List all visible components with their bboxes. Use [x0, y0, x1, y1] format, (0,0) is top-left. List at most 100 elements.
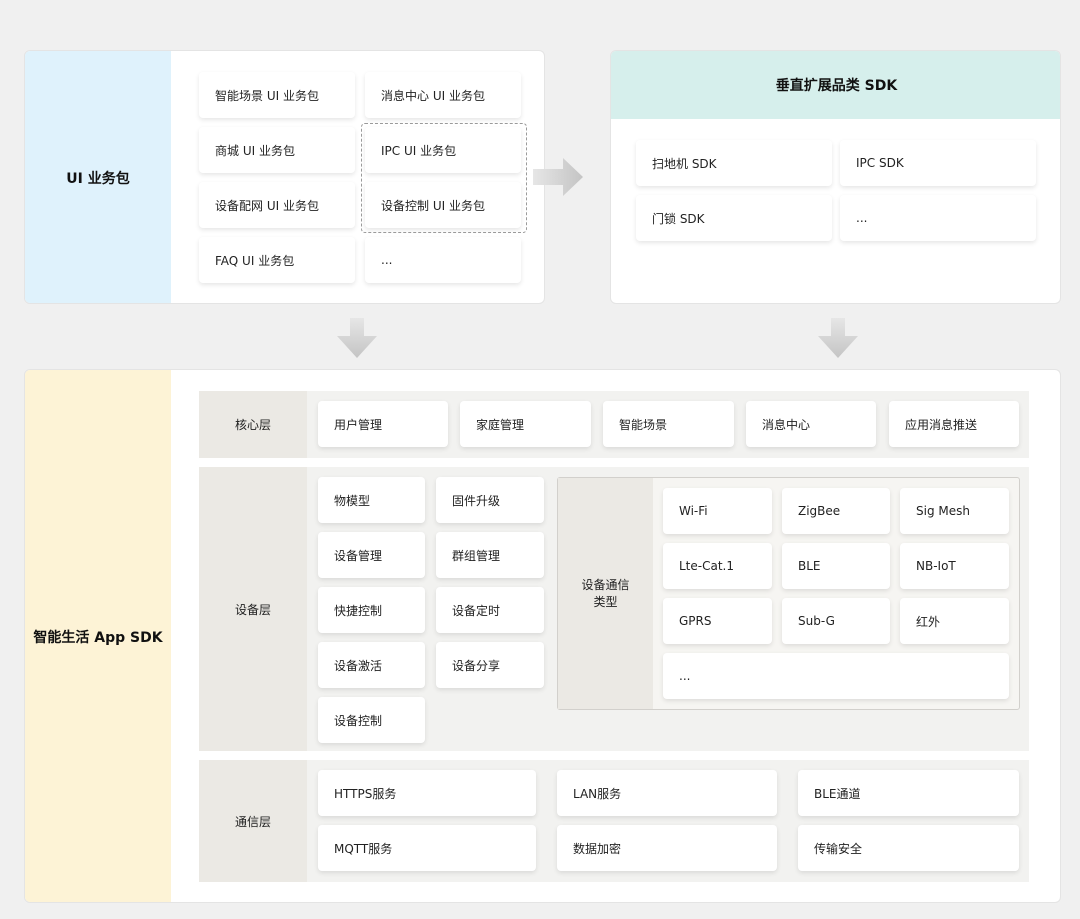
arrow-down-icon: [816, 318, 860, 360]
comm-type-gprs[interactable]: GPRS: [663, 598, 772, 644]
vertical-sdk-item-label: 扫地机 SDK: [652, 156, 717, 171]
ui-package-panel: UI 业务包 智能场景 UI 业务包 消息中心 UI 业务包 商城 UI 业务包…: [24, 50, 545, 304]
core-item-label: 智能场景: [619, 417, 668, 432]
comm-type-label: GPRS: [679, 614, 712, 628]
comm-type-wifi[interactable]: Wi-Fi: [663, 488, 772, 534]
device-item-manage[interactable]: 设备管理: [318, 532, 425, 578]
comm-item-encryption[interactable]: 数据加密: [557, 825, 777, 871]
ui-package-item-scene[interactable]: 智能场景 UI 业务包: [199, 72, 355, 118]
core-layer-label-text: 核心层: [234, 418, 271, 432]
core-layer-label: 核心层: [199, 391, 307, 458]
comm-item-label: MQTT服务: [334, 841, 393, 856]
comm-layer-label-text: 通信层: [234, 814, 271, 829]
device-item-activate[interactable]: 设备激活: [318, 642, 425, 688]
comm-type-zigbee[interactable]: ZigBee: [782, 488, 890, 534]
comm-type-sigmesh[interactable]: Sig Mesh: [900, 488, 1009, 534]
ui-package-item-more[interactable]: ...: [365, 237, 521, 283]
comm-layer-label: 通信层: [199, 760, 307, 882]
comm-types-label: 设备通信类型: [558, 478, 653, 709]
ui-package-side-label: UI 业务包: [25, 51, 171, 303]
device-item-label: 固件升级: [452, 493, 501, 508]
vertical-sdk-item-ipc[interactable]: IPC SDK: [840, 140, 1036, 186]
comm-item-label: HTTPS服务: [334, 786, 397, 801]
device-item-quick[interactable]: 快捷控制: [318, 587, 425, 633]
comm-type-label: NB-IoT: [916, 559, 956, 573]
device-item-label: 快捷控制: [334, 603, 383, 618]
vertical-sdk-panel: 垂直扩展品类 SDK 扫地机 SDK IPC SDK 门锁 SDK ...: [610, 50, 1061, 304]
comm-type-label: ...: [679, 669, 691, 683]
vertical-sdk-item-label: ...: [856, 211, 868, 225]
vertical-sdk-header: 垂直扩展品类 SDK: [611, 51, 1060, 119]
ipc-control-group-outline: [361, 123, 527, 233]
comm-type-label: BLE: [798, 559, 821, 573]
device-item-label: 设备定时: [452, 603, 501, 618]
core-item-message[interactable]: 消息中心: [746, 401, 876, 447]
vertical-sdk-item-more[interactable]: ...: [840, 195, 1036, 241]
ui-package-item-mall[interactable]: 商城 UI 业务包: [199, 127, 355, 173]
ui-package-item-label: 消息中心 UI 业务包: [381, 88, 485, 103]
device-item-model[interactable]: 物模型: [318, 477, 425, 523]
ui-package-item-message[interactable]: 消息中心 UI 业务包: [365, 72, 521, 118]
core-item-label: 家庭管理: [476, 417, 525, 432]
vertical-sdk-item-label: 门锁 SDK: [652, 211, 705, 226]
comm-item-label: LAN服务: [573, 786, 622, 801]
comm-type-label: Sub-G: [798, 614, 835, 628]
comm-item-label: BLE通道: [814, 786, 861, 801]
comm-item-https[interactable]: HTTPS服务: [318, 770, 536, 816]
comm-item-security[interactable]: 传输安全: [798, 825, 1019, 871]
ui-package-item-faq[interactable]: FAQ UI 业务包: [199, 237, 355, 283]
core-layer: 核心层 用户管理 家庭管理 智能场景 消息中心 应用消息推送: [199, 391, 1029, 458]
ui-package-item-network[interactable]: 设备配网 UI 业务包: [199, 182, 355, 228]
comm-type-label: Wi-Fi: [679, 504, 708, 518]
device-item-firmware[interactable]: 固件升级: [436, 477, 544, 523]
device-item-timer[interactable]: 设备定时: [436, 587, 544, 633]
ui-package-item-label: 商城 UI 业务包: [215, 143, 295, 158]
comm-type-infrared[interactable]: 红外: [900, 598, 1009, 644]
device-item-group[interactable]: 群组管理: [436, 532, 544, 578]
comm-layer: 通信层 HTTPS服务 LAN服务 BLE通道 MQTT服务 数据加密 传输安全: [199, 760, 1029, 882]
core-item-scene[interactable]: 智能场景: [603, 401, 734, 447]
device-layer-label-text: 设备层: [234, 602, 271, 617]
core-item-user[interactable]: 用户管理: [318, 401, 448, 447]
comm-item-ble-channel[interactable]: BLE通道: [798, 770, 1019, 816]
device-layer: 设备层 物模型 固件升级 设备管理 群组管理 快捷控制 设备定时 设备激活 设备…: [199, 467, 1029, 751]
vertical-sdk-item-lock[interactable]: 门锁 SDK: [636, 195, 832, 241]
arrow-right-icon: [533, 155, 585, 199]
comm-type-ble[interactable]: BLE: [782, 543, 890, 589]
comm-item-lan[interactable]: LAN服务: [557, 770, 777, 816]
device-item-label: 群组管理: [452, 548, 501, 563]
core-item-push[interactable]: 应用消息推送: [889, 401, 1019, 447]
device-item-label: 设备分享: [452, 658, 501, 673]
arrow-down-icon: [335, 318, 379, 360]
comm-type-ltecat1[interactable]: Lte-Cat.1: [663, 543, 772, 589]
comm-type-nbiot[interactable]: NB-IoT: [900, 543, 1009, 589]
device-item-label: 设备激活: [334, 658, 383, 673]
ui-package-item-label: ...: [381, 253, 393, 267]
ui-package-item-label: 智能场景 UI 业务包: [215, 88, 319, 103]
comm-type-label: ZigBee: [798, 504, 841, 518]
comm-type-label: Lte-Cat.1: [679, 559, 734, 573]
app-sdk-side-label: 智能生活 App SDK: [25, 370, 171, 902]
ui-package-item-label: FAQ UI 业务包: [215, 253, 295, 268]
app-sdk-label: 智能生活 App SDK: [33, 630, 163, 646]
device-item-share[interactable]: 设备分享: [436, 642, 544, 688]
device-item-control[interactable]: 设备控制: [318, 697, 425, 743]
vertical-sdk-item-robot[interactable]: 扫地机 SDK: [636, 140, 832, 186]
comm-type-subg[interactable]: Sub-G: [782, 598, 890, 644]
comm-type-more[interactable]: ...: [663, 653, 1009, 699]
core-item-label: 用户管理: [334, 417, 383, 432]
comm-item-mqtt[interactable]: MQTT服务: [318, 825, 536, 871]
ui-package-label: UI 业务包: [66, 171, 130, 187]
device-item-label: 设备控制: [334, 713, 383, 728]
comm-type-label: 红外: [916, 614, 941, 629]
vertical-sdk-item-label: IPC SDK: [856, 156, 904, 170]
device-item-label: 物模型: [334, 493, 371, 508]
comm-types-box: 设备通信类型 Wi-Fi ZigBee Sig Mesh Lte-Cat.1 B…: [557, 477, 1020, 710]
comm-type-label: Sig Mesh: [916, 504, 970, 518]
device-item-label: 设备管理: [334, 548, 383, 563]
comm-item-label: 传输安全: [814, 841, 863, 856]
comm-types-label-text: 设备通信类型: [581, 577, 630, 609]
ui-package-item-label: 设备配网 UI 业务包: [215, 198, 319, 213]
core-item-home[interactable]: 家庭管理: [460, 401, 591, 447]
core-item-label: 应用消息推送: [905, 417, 978, 432]
